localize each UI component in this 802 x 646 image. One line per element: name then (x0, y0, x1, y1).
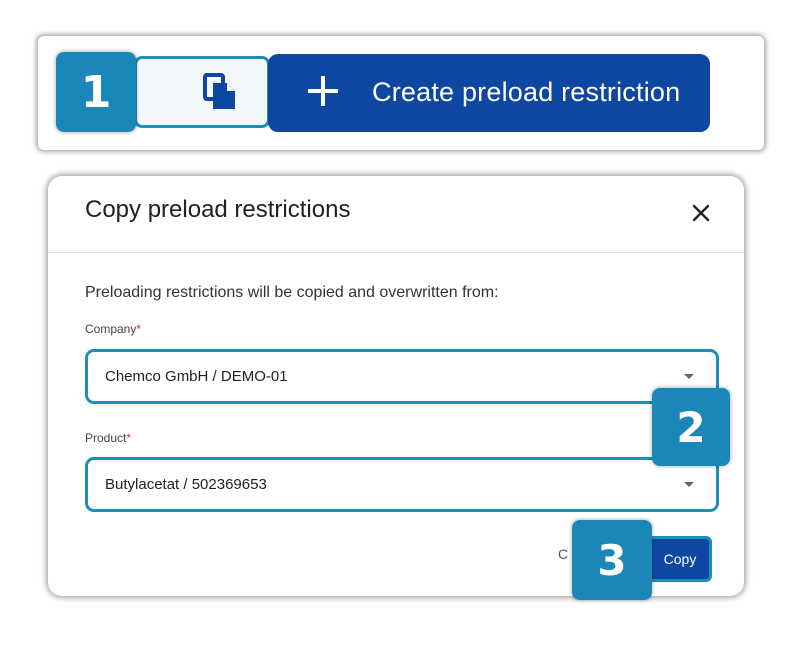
step-badge-1: 1 (56, 52, 136, 132)
company-select-value: Chemco GmbH / DEMO-01 (105, 368, 288, 385)
dialog-divider (48, 252, 744, 253)
product-select[interactable]: Butylacetat / 502369653 (85, 457, 719, 512)
copy-icon (203, 73, 235, 109)
copy-button[interactable]: Copy (648, 536, 712, 582)
product-select-value: Butylacetat / 502369653 (105, 476, 267, 493)
chevron-down-icon (684, 374, 694, 379)
product-label-text: Product (85, 431, 127, 445)
toolbar: Create preload restriction (38, 36, 764, 150)
step-badge-2: 2 (652, 388, 730, 466)
required-mark: * (136, 322, 142, 336)
create-button-label: Create preload restriction (372, 77, 681, 107)
close-button[interactable] (688, 200, 714, 226)
dialog-intro-text: Preloading restrictions will be copied a… (85, 284, 499, 301)
dialog-title: Copy preload restrictions (85, 196, 351, 223)
plus-icon (308, 76, 338, 106)
close-icon (692, 204, 710, 222)
chevron-down-icon (684, 482, 694, 487)
company-select[interactable]: Chemco GmbH / DEMO-01 (85, 349, 719, 404)
copy-restrictions-button[interactable] (134, 56, 270, 128)
company-label: Company* (85, 322, 141, 336)
create-preload-restriction-button[interactable]: Create preload restriction (268, 54, 710, 132)
step-badge-3: 3 (572, 520, 652, 600)
required-mark: * (126, 431, 132, 445)
product-label: Product* (85, 431, 131, 445)
company-label-text: Company (85, 322, 137, 336)
